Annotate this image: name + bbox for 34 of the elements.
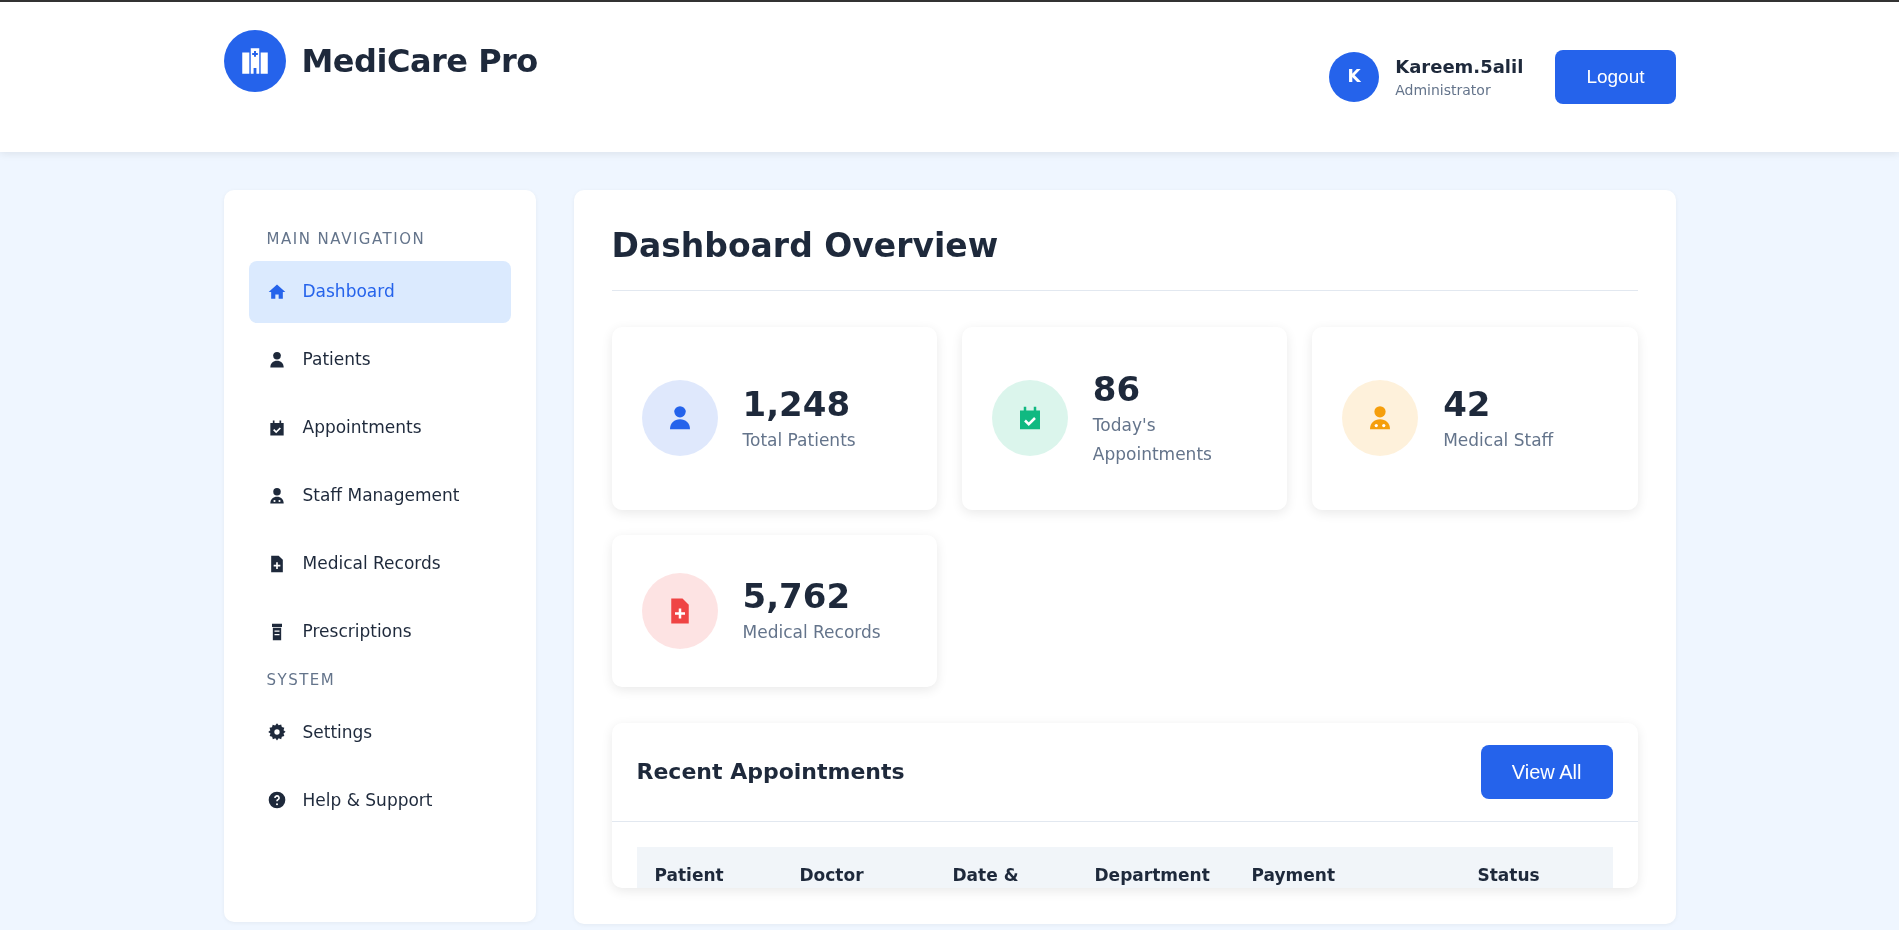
stat-value: 42	[1443, 382, 1492, 426]
user-avatar: K	[1329, 52, 1380, 102]
logout-button[interactable]: Logout	[1555, 50, 1676, 104]
nav-item[interactable]: Help & Support	[248, 769, 511, 831]
column-header: Doctor	[799, 863, 865, 887]
nav-item[interactable]: Dashboard	[248, 260, 511, 323]
column-header: Payment	[1251, 863, 1336, 887]
nav-item[interactable]: Staff Management	[248, 464, 511, 527]
stat-value: 1,248	[742, 382, 852, 426]
column-header: Status	[1477, 863, 1541, 887]
stat-label: Medical Staff	[1443, 428, 1554, 452]
stat-value: 5,762	[742, 575, 852, 619]
nav-item[interactable]: Settings	[248, 701, 511, 763]
brand-name: MediCare Pro	[301, 41, 538, 82]
section-heading: MAIN NAVIGATION	[265, 229, 427, 250]
column-header: Department	[1094, 863, 1211, 887]
stat-label: Medical Records	[742, 621, 881, 645]
user-role: Administrator	[1395, 81, 1492, 100]
user-name: Kareem.5alil	[1395, 55, 1524, 79]
nav-item[interactable]: Medical Records	[248, 532, 511, 595]
page-title: Dashboard Overview	[611, 226, 1638, 291]
stat-label: Today's Appointments	[1092, 414, 1213, 467]
stat-label: Total Patients	[742, 428, 856, 452]
section-heading: SYSTEM	[265, 669, 337, 691]
stat-value: 86	[1092, 368, 1142, 412]
settings-icon	[266, 722, 287, 742]
column-header: Patient	[654, 863, 725, 887]
help-icon	[266, 790, 287, 810]
section-title: Recent Appointments	[636, 758, 905, 787]
nav-item[interactable]: Appointments	[248, 396, 511, 459]
column-header: Date &	[952, 863, 1020, 887]
nav-item[interactable]: Patients	[248, 328, 511, 391]
view-all-button[interactable]: View All	[1480, 744, 1613, 799]
nav-item[interactable]: Prescriptions	[248, 600, 511, 663]
